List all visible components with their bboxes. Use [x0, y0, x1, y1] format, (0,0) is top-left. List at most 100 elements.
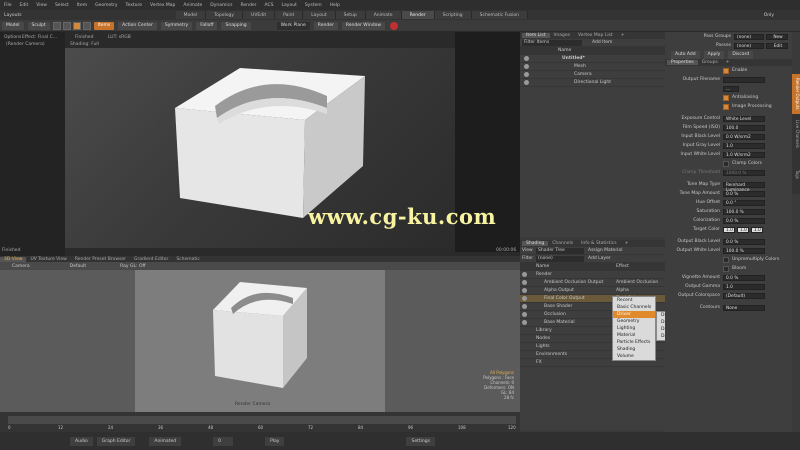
work-plane-button[interactable]: Work Plane [276, 21, 310, 30]
tab-schematic-fusion[interactable]: Schematic Fusion [471, 11, 529, 19]
tab-animate[interactable]: Animate [365, 11, 402, 19]
antialiasing-checkbox[interactable] [723, 94, 729, 101]
play-button[interactable]: Play [265, 436, 285, 446]
shading-tab-channels[interactable]: Channels [548, 241, 577, 246]
menu-item-vertex-map[interactable]: Vertex Map [150, 3, 175, 8]
item-list-tab-item-list[interactable]: Item List [522, 33, 550, 38]
property-value[interactable]: 1.0 [723, 142, 765, 149]
visibility-eye-icon[interactable] [522, 352, 527, 357]
sculpt-button[interactable]: Sculpt [27, 21, 50, 30]
item-list-tab-images[interactable]: Images [550, 33, 574, 38]
shader-tree-row[interactable]: Alpha Output Alpha [520, 287, 665, 295]
shading-label[interactable]: Shading: Full [70, 42, 99, 47]
assign-material-button[interactable]: Assign Material [588, 248, 622, 253]
layouts-dropdown[interactable]: Layouts [0, 13, 26, 18]
shader-tree-row[interactable]: Render [520, 271, 665, 279]
new-pass-group-button[interactable]: New [766, 33, 788, 40]
timeline[interactable]: 0 12 24 36 48 60 72 84 96 108 120 [0, 412, 520, 432]
context-menu-item-volume[interactable]: Volume [613, 353, 655, 360]
visibility-eye-icon[interactable] [522, 288, 527, 293]
menu-item-edit[interactable]: Edit [20, 3, 29, 8]
context-menu-item-shading[interactable]: Shading [613, 346, 655, 353]
settings-button[interactable]: Settings [406, 436, 435, 446]
visibility-eye-icon[interactable] [522, 304, 527, 309]
property-value[interactable]: 0.0 % [723, 238, 765, 245]
raygl-dropdown[interactable]: Ray GL: Off [120, 264, 145, 269]
visibility-eye-icon[interactable] [522, 360, 527, 365]
visibility-eye-icon[interactable] [522, 344, 527, 349]
output-gamma-field[interactable]: 1.0 [723, 283, 765, 290]
context-menu-item-driver[interactable]: Driver [613, 311, 655, 318]
visibility-eye-icon[interactable] [524, 56, 529, 61]
tab-render[interactable]: Render [401, 11, 435, 19]
view-dropdown[interactable]: Shader Tree [536, 247, 584, 254]
tool-square-icon[interactable] [72, 21, 81, 30]
context-menu-item-basic-channels[interactable]: Basic Channels [613, 304, 655, 311]
add-layer-button[interactable]: Add Layer [588, 256, 611, 261]
properties-tab-groups[interactable]: Groups [698, 60, 722, 65]
frame-field[interactable]: 0 [213, 436, 234, 446]
tool-square-icon[interactable] [52, 21, 61, 30]
tab-topology[interactable]: Topology [206, 11, 244, 19]
property-value[interactable]: 100.0 % [723, 208, 765, 215]
clamp-colors-checkbox[interactable] [723, 160, 729, 167]
properties-tab-properties[interactable]: Properties [667, 60, 698, 65]
visibility-eye-icon[interactable] [522, 312, 527, 317]
auto-add-button[interactable]: Auto Add [671, 50, 700, 59]
enable-checkbox[interactable] [723, 67, 729, 74]
menu-item-select[interactable]: Select [55, 3, 69, 8]
output-colorspace-dropdown[interactable]: (Default) [723, 292, 765, 299]
shading-tab-shading[interactable]: Shading [522, 241, 549, 246]
discard-button[interactable]: Discard [728, 50, 754, 59]
menu-item-item[interactable]: Item [77, 3, 87, 8]
target-color-b[interactable]: 1.0 [751, 226, 763, 233]
passes-dropdown[interactable]: (none) [734, 42, 764, 49]
menu-item-view[interactable]: View [36, 3, 47, 8]
clamp-threshold-field[interactable]: 1000.0 % [723, 169, 765, 176]
visibility-eye-icon[interactable] [522, 296, 527, 301]
default-dropdown[interactable]: Default [70, 264, 86, 269]
image-processing-checkbox[interactable] [723, 103, 729, 110]
target-color-g[interactable]: 1.0 [737, 226, 749, 233]
render-button[interactable]: Render [313, 21, 338, 30]
add-item-button[interactable]: Add Item [592, 40, 612, 45]
context-menu-item-particle-effects[interactable]: Particle Effects [613, 339, 655, 346]
target-color-r[interactable]: 1.0 [723, 226, 735, 233]
symmetry-button[interactable]: Symmetry [160, 21, 193, 30]
property-value[interactable]: 0.0 % [723, 217, 765, 224]
options-button[interactable]: Options [4, 35, 21, 40]
tab-setup[interactable]: Setup [335, 11, 366, 19]
side-tab-render-outputs[interactable]: Render Outputs [792, 74, 800, 114]
unpremultiply-checkbox[interactable] [723, 256, 729, 263]
side-tab-tags[interactable]: Tags [792, 154, 800, 194]
menu-item-texture[interactable]: Texture [126, 3, 142, 8]
animated-dropdown[interactable]: Animated [149, 436, 182, 446]
only-toggle[interactable]: Only [760, 13, 778, 18]
shader-tree-row[interactable]: Ambient Occlusion Output Ambient Occlusio… [520, 279, 665, 287]
timeline-track[interactable] [8, 416, 516, 424]
property-value[interactable]: 0.0 ° [723, 199, 765, 206]
lut-label[interactable]: LUT: sRGB [108, 35, 131, 40]
tab-scripting[interactable]: Scripting [434, 11, 472, 19]
menu-item-animate[interactable]: Animate [183, 3, 202, 8]
menu-item-system[interactable]: System [305, 3, 322, 8]
item-list-row[interactable]: Directional Light [520, 79, 665, 87]
context-menu-item-geometry[interactable]: Geometry [613, 318, 655, 325]
contours-dropdown[interactable]: None [723, 304, 765, 311]
property-value[interactable]: 0.0 % [723, 190, 765, 197]
vignette-field[interactable]: 0.0 % [723, 274, 765, 281]
item-list-row[interactable]: Camera [520, 71, 665, 79]
edit-passes-button[interactable]: Edit [766, 42, 788, 49]
item-list-tab-[interactable]: + [617, 33, 629, 38]
item-list-row[interactable]: Untitled* [520, 55, 665, 63]
filter-dropdown[interactable]: (none) [536, 255, 584, 262]
snapping-button[interactable]: Snapping [221, 21, 251, 30]
visibility-eye-icon[interactable] [522, 320, 527, 325]
pass-groups-dropdown[interactable]: (none) [734, 33, 764, 40]
bloom-checkbox[interactable] [723, 265, 729, 272]
menu-item-file[interactable]: File [4, 3, 12, 8]
menu-item-render[interactable]: Render [240, 3, 256, 8]
visibility-eye-icon[interactable] [524, 80, 529, 85]
item-list-tab-vertex-map-list[interactable]: Vertex Map List [574, 33, 617, 38]
visibility-eye-icon[interactable] [524, 64, 529, 69]
